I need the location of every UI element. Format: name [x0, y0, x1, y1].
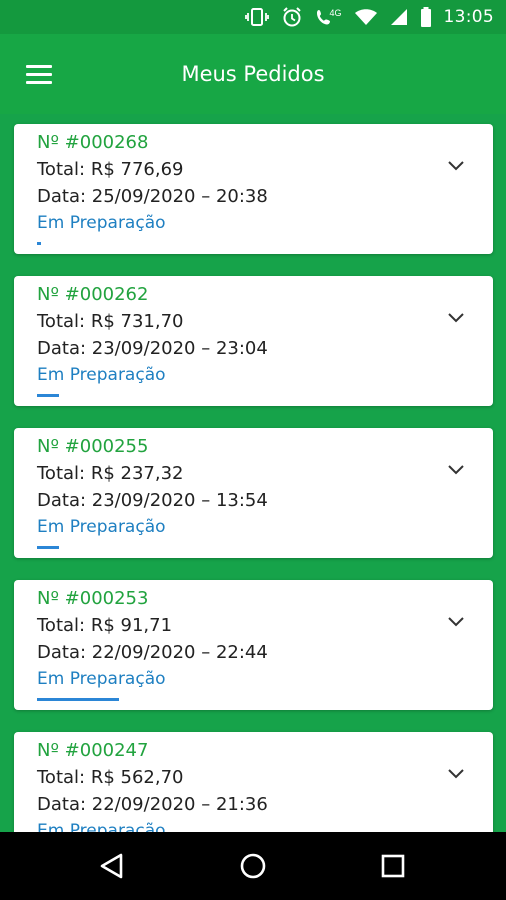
- order-total: Total: R$ 562,70: [37, 767, 184, 788]
- progress-bar: [37, 546, 59, 549]
- chevron-down-icon[interactable]: [445, 610, 467, 632]
- page-title: Meus Pedidos: [181, 62, 325, 86]
- order-card[interactable]: Nº #000262 Total: R$ 731,70 Data: 23/09/…: [14, 276, 493, 406]
- alarm-icon: [283, 7, 302, 27]
- order-number: Nº #000268: [37, 132, 149, 153]
- chevron-down-icon[interactable]: [445, 306, 467, 328]
- back-triangle-icon[interactable]: [97, 850, 129, 882]
- progress-bar: [37, 698, 119, 701]
- order-status: Em Preparação: [37, 669, 166, 689]
- progress-bar: [37, 394, 59, 397]
- order-status: Em Preparação: [37, 213, 166, 233]
- chevron-down-icon[interactable]: [445, 154, 467, 176]
- signal-icon: [390, 9, 407, 25]
- chevron-down-icon[interactable]: [445, 458, 467, 480]
- order-card[interactable]: Nº #000253 Total: R$ 91,71 Data: 22/09/2…: [14, 580, 493, 710]
- wifi-icon: [354, 9, 377, 25]
- recents-square-icon[interactable]: [377, 850, 409, 882]
- order-status: Em Preparação: [37, 365, 166, 385]
- order-date: Data: 25/09/2020 – 20:38: [37, 186, 268, 207]
- battery-icon: [420, 7, 431, 27]
- home-circle-icon[interactable]: [237, 850, 269, 882]
- order-card[interactable]: Nº #000247 Total: R$ 562,70 Data: 22/09/…: [14, 732, 493, 832]
- order-number: Nº #000255: [37, 436, 149, 457]
- clock: 13:05: [443, 7, 494, 27]
- call-4g-indicator: 4G: [315, 8, 342, 26]
- order-number: Nº #000247: [37, 740, 149, 761]
- order-status: Em Preparação: [37, 821, 166, 832]
- order-date: Data: 22/09/2020 – 21:36: [37, 794, 268, 815]
- order-number: Nº #000253: [37, 588, 149, 609]
- order-total: Total: R$ 776,69: [37, 159, 184, 180]
- order-status: Em Preparação: [37, 517, 166, 537]
- order-total: Total: R$ 731,70: [37, 311, 184, 332]
- progress-bar: [37, 242, 41, 245]
- system-nav-bar: [0, 832, 506, 900]
- vibrate-icon: [245, 8, 270, 26]
- order-card[interactable]: Nº #000255 Total: R$ 237,32 Data: 23/09/…: [14, 428, 493, 558]
- status-bar: 4G 13:05: [0, 0, 506, 34]
- network-label: 4G: [329, 8, 342, 18]
- order-total: Total: R$ 91,71: [37, 615, 173, 636]
- order-date: Data: 23/09/2020 – 13:54: [37, 490, 268, 511]
- chevron-down-icon[interactable]: [445, 762, 467, 784]
- order-number: Nº #000262: [37, 284, 149, 305]
- order-date: Data: 22/09/2020 – 22:44: [37, 642, 268, 663]
- order-card[interactable]: Nº #000268 Total: R$ 776,69 Data: 25/09/…: [14, 124, 493, 254]
- order-total: Total: R$ 237,32: [37, 463, 184, 484]
- app-bar: Meus Pedidos: [0, 34, 506, 114]
- order-date: Data: 23/09/2020 – 23:04: [37, 338, 268, 359]
- hamburger-menu-icon[interactable]: [20, 58, 60, 90]
- order-list[interactable]: Nº #000268 Total: R$ 776,69 Data: 25/09/…: [0, 114, 506, 832]
